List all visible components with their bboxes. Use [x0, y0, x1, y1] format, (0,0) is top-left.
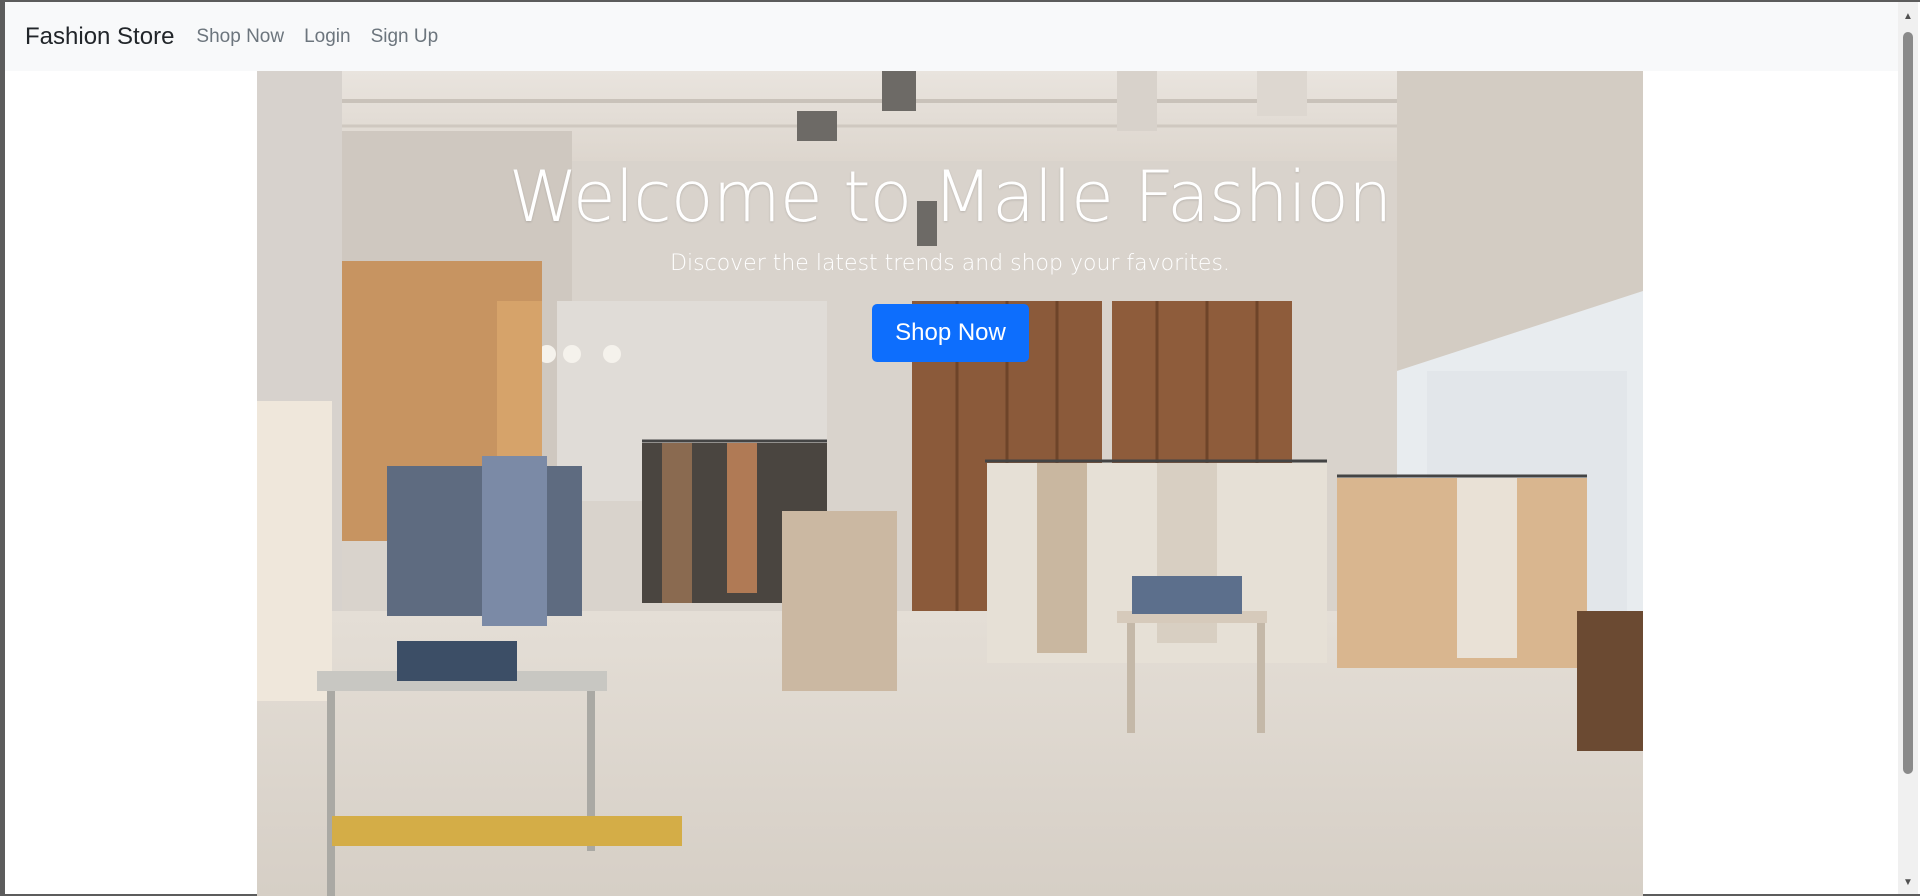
hero-title: Welcome to Malle Fashion	[508, 156, 1393, 238]
nav-link-login[interactable]: Login	[304, 26, 351, 48]
nav-link-sign-up[interactable]: Sign Up	[371, 26, 439, 48]
vertical-scrollbar[interactable]: ▲ ▼	[1898, 2, 1918, 894]
scroll-up-arrow-icon[interactable]: ▲	[1898, 8, 1918, 26]
hero-banner: Welcome to Malle Fashion Discover the la…	[257, 71, 1643, 896]
shop-now-button[interactable]: Shop Now	[872, 304, 1029, 362]
hero-subtitle: Discover the latest trends and shop your…	[670, 251, 1230, 276]
nav-links: Shop Now Login Sign Up	[196, 26, 458, 48]
nav-link-shop-now[interactable]: Shop Now	[196, 26, 284, 48]
scroll-down-arrow-icon[interactable]: ▼	[1898, 874, 1918, 892]
brand-link[interactable]: Fashion Store	[25, 23, 174, 51]
navbar: Fashion Store Shop Now Login Sign Up	[5, 2, 1898, 71]
scrollbar-thumb[interactable]	[1903, 32, 1913, 774]
